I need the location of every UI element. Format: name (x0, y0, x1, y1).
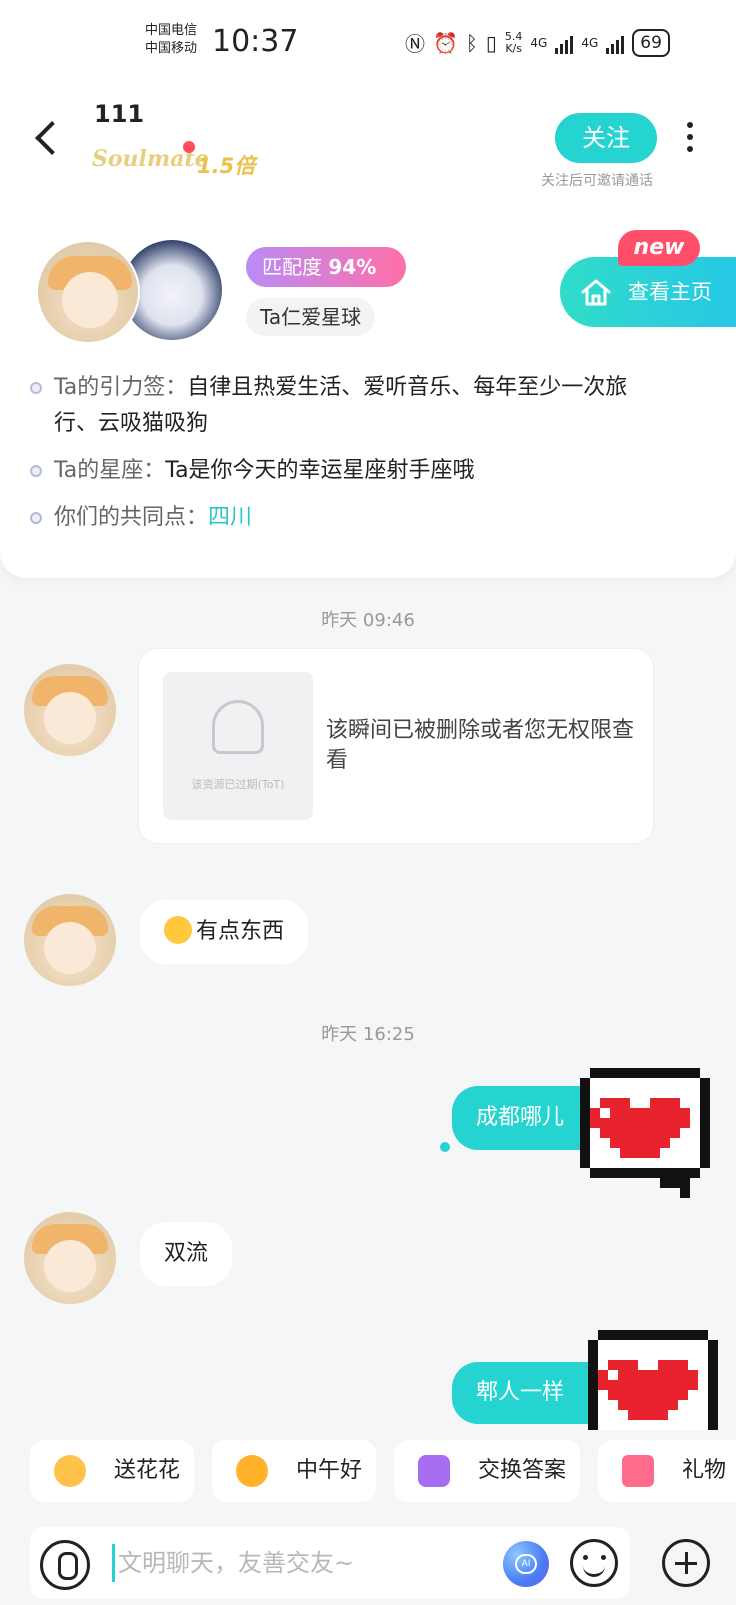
emoji-icon[interactable] (570, 1539, 618, 1587)
info-row-tags-cont: 行、云吸猫吸狗 (54, 411, 209, 436)
planet-tag[interactable]: Ta仁爱星球 (246, 298, 376, 336)
my-avatar[interactable] (36, 240, 140, 344)
message-text: 有点东西 (196, 919, 285, 944)
voice-icon[interactable] (40, 1540, 90, 1590)
sun-sunglasses-emoji-icon (236, 1455, 268, 1487)
expired-text: 该资源已过期(ToT) (191, 778, 285, 791)
follow-button[interactable]: 关注 (555, 113, 657, 163)
battery-icon: 69 (632, 28, 670, 57)
message-text: 双流 (164, 1241, 209, 1266)
match-value: 94% (328, 255, 377, 279)
message-text: 郫人一样 (476, 1380, 565, 1405)
nfc-icon: Ⓝ (405, 32, 425, 56)
ai-assistant-icon[interactable]: AI (503, 1541, 549, 1587)
quick-reply-good-noon[interactable]: 中午好 (212, 1440, 376, 1502)
star-eyes-emoji-icon (164, 916, 192, 944)
gift-icon (622, 1455, 654, 1487)
unread-dot (440, 1142, 450, 1152)
signal-icon-1 (555, 32, 574, 54)
quick-reply-gift[interactable]: 礼物 (598, 1440, 736, 1502)
status-time: 10:37 (212, 24, 299, 59)
info-row-tags: Ta的引力签：自律且热爱生活、爱听音乐、每年至少一次旅 (30, 370, 710, 406)
chip-label: 中午好 (296, 1458, 363, 1483)
follow-hint: 关注后可邀请通话 (541, 173, 653, 189)
new-badge: new (618, 230, 700, 266)
info-value[interactable]: 四川 (208, 505, 252, 530)
chat-title: 111 (94, 100, 145, 128)
info-label: Ta的星座： (54, 458, 166, 483)
exchange-icon (418, 1455, 450, 1487)
status-icons: Ⓝ ⏰ ᛒ ▯ 5.4 K/s 4G 4G 69 (405, 28, 670, 57)
bullet-icon (30, 465, 42, 477)
info-value: Ta是你今天的幸运星座射手座哦 (165, 458, 475, 483)
info-label: 你们的共同点： (54, 505, 209, 530)
soulmate-multiplier: 1.5倍 (197, 154, 256, 178)
bullet-icon (30, 382, 42, 394)
match-label: 匹配度 (262, 255, 322, 279)
carrier-1: 中国电信 (145, 23, 198, 38)
more-vertical-icon[interactable] (684, 122, 696, 158)
chip-label: 礼物 (682, 1458, 727, 1483)
info-label: Ta的引力签： (54, 375, 188, 400)
sender-avatar[interactable] (24, 664, 116, 756)
sender-avatar[interactable] (24, 1212, 116, 1304)
bluetooth-icon: ᛒ (465, 30, 478, 55)
alarm-icon: ⏰ (433, 30, 458, 55)
ghost-icon (212, 700, 264, 754)
flower-emoji-icon (54, 1455, 86, 1487)
quick-reply-exchange[interactable]: 交换答案 (394, 1440, 580, 1502)
timestamp: 昨天 16:25 (321, 1024, 415, 1045)
signal-icon-2 (606, 32, 625, 54)
net-speed-unit: K/s (505, 41, 522, 55)
message-text: 成都哪儿 (476, 1105, 565, 1130)
vibrate-icon: ▯ (485, 30, 497, 55)
pixel-heart-sticker (580, 1068, 710, 1198)
chip-label: 交换答案 (478, 1458, 567, 1483)
carrier-2: 中国移动 (145, 41, 198, 56)
net-type-1: 4G (530, 35, 548, 50)
info-row-common: 你们的共同点：四川 (30, 500, 710, 536)
info-value: 自律且热爱生活、爱听音乐、每年至少一次旅 (187, 375, 628, 400)
message-bubble[interactable]: 有点东西 (140, 900, 309, 964)
message-bubble[interactable]: 双流 (140, 1222, 233, 1286)
carrier-labels: 中国电信 中国移动 (145, 22, 197, 58)
sender-avatar[interactable] (24, 894, 116, 986)
soulmate-dot (183, 141, 195, 153)
moment-message: 该瞬间已被删除或者您无权限查看 (326, 718, 635, 773)
back-arrow-icon[interactable] (28, 118, 68, 158)
net-speed: 5.4 K/s (505, 30, 523, 55)
match-badge: 匹配度 94% (246, 247, 406, 287)
text-cursor (112, 1544, 115, 1582)
bullet-icon (30, 512, 42, 524)
chip-label: 送花花 (114, 1458, 181, 1483)
net-type-2: 4G (581, 35, 599, 50)
quick-reply-flowers[interactable]: 送花花 (30, 1440, 194, 1502)
home-icon (581, 279, 611, 306)
message-input[interactable] (118, 1541, 488, 1585)
plus-icon[interactable] (662, 1539, 710, 1587)
info-row-zodiac: Ta的星座：Ta是你今天的幸运星座射手座哦 (30, 453, 710, 489)
timestamp: 昨天 09:46 (321, 610, 415, 631)
